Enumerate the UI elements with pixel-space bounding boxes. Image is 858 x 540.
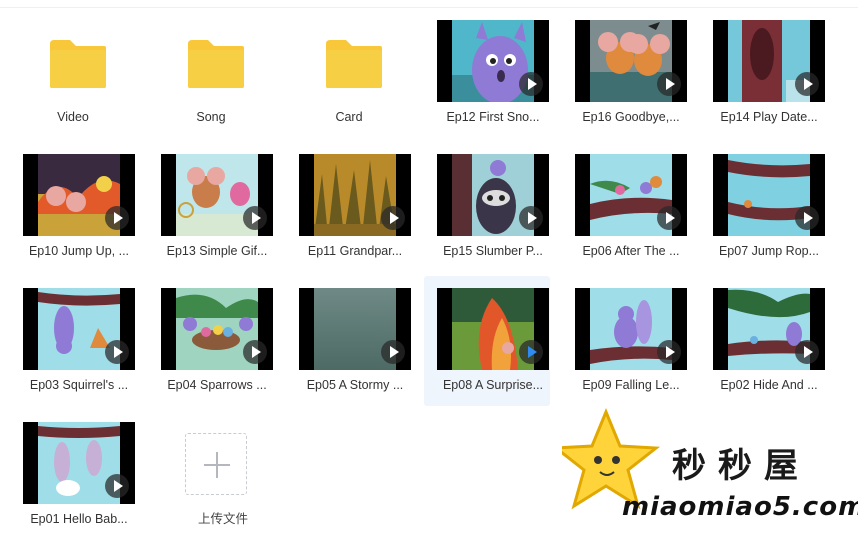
video-ep07[interactable]: Ep07 Jump Rop... xyxy=(700,142,826,272)
play-icon xyxy=(105,340,129,364)
video-ep04[interactable]: Ep04 Sparrows ... xyxy=(148,276,274,406)
video-thumbnail xyxy=(713,288,825,370)
video-ep16[interactable]: Ep16 Goodbye,... xyxy=(562,8,688,138)
play-icon xyxy=(243,340,267,364)
folder-song[interactable]: Song xyxy=(148,8,274,138)
folder-card[interactable]: Card xyxy=(286,8,412,138)
video-ep10[interactable]: Ep10 Jump Up, ... xyxy=(10,142,136,272)
play-icon xyxy=(657,72,681,96)
video-thumbnail xyxy=(23,154,135,236)
video-thumbnail xyxy=(161,154,273,236)
video-label: Ep08 A Surprise... xyxy=(442,378,544,392)
video-thumbnail xyxy=(713,154,825,236)
video-label: Ep05 A Stormy ... xyxy=(306,378,404,392)
video-thumbnail xyxy=(575,288,687,370)
play-icon xyxy=(105,474,129,498)
video-ep11[interactable]: Ep11 Grandpar... xyxy=(286,142,412,272)
video-label: Ep03 Squirrel's ... xyxy=(29,378,129,392)
play-icon xyxy=(105,206,129,230)
video-label: Ep12 First Sno... xyxy=(446,110,540,124)
play-icon xyxy=(795,340,819,364)
upload-label: 上传文件 xyxy=(197,512,248,526)
play-icon xyxy=(519,72,543,96)
play-icon xyxy=(381,206,405,230)
video-label: Ep16 Goodbye,... xyxy=(582,110,680,124)
video-ep14[interactable]: Ep14 Play Date... xyxy=(700,8,826,138)
folder-label: Song xyxy=(196,110,226,124)
video-label: Ep04 Sparrows ... xyxy=(167,378,267,392)
video-thumbnail xyxy=(299,288,411,370)
video-label: Ep15 Slumber P... xyxy=(443,244,543,258)
play-icon xyxy=(795,206,819,230)
play-icon xyxy=(381,340,405,364)
video-ep15[interactable]: Ep15 Slumber P... xyxy=(424,142,550,272)
play-icon xyxy=(243,206,267,230)
folder-icon xyxy=(326,40,382,88)
video-thumbnail xyxy=(575,20,687,102)
play-icon xyxy=(519,206,543,230)
video-thumbnail xyxy=(299,154,411,236)
video-thumbnail xyxy=(437,154,549,236)
video-label: Ep09 Falling Le... xyxy=(582,378,680,392)
video-thumbnail xyxy=(23,422,135,504)
video-label: Ep01 Hello Bab... xyxy=(30,512,128,526)
video-ep06[interactable]: Ep06 After The ... xyxy=(562,142,688,272)
video-ep05[interactable]: Ep05 A Stormy ... xyxy=(286,276,412,406)
add-icon xyxy=(185,433,247,495)
video-ep08[interactable]: Ep08 A Surprise... xyxy=(424,276,550,406)
video-label: Ep13 Simple Gif... xyxy=(166,244,268,258)
video-thumbnail xyxy=(575,154,687,236)
video-label: Ep11 Grandpar... xyxy=(307,244,403,258)
video-ep03[interactable]: Ep03 Squirrel's ... xyxy=(10,276,136,406)
watermark-url: miaomiao5.com xyxy=(622,492,858,522)
video-label: Ep14 Play Date... xyxy=(720,110,818,124)
folder-icon xyxy=(188,40,244,88)
folder-video[interactable]: Video xyxy=(10,8,136,138)
play-icon xyxy=(519,340,543,364)
folder-label: Video xyxy=(57,110,89,124)
folder-icon xyxy=(50,40,106,88)
folder-label: Card xyxy=(335,110,363,124)
video-thumbnail xyxy=(437,288,549,370)
video-thumbnail xyxy=(437,20,549,102)
video-label: Ep06 After The ... xyxy=(582,244,680,258)
video-ep02[interactable]: Ep02 Hide And ... xyxy=(700,276,826,406)
video-thumbnail xyxy=(713,20,825,102)
video-label: Ep07 Jump Rop... xyxy=(718,244,820,258)
video-thumbnail xyxy=(161,288,273,370)
video-label: Ep02 Hide And ... xyxy=(720,378,818,392)
play-icon xyxy=(657,206,681,230)
video-ep09[interactable]: Ep09 Falling Le... xyxy=(562,276,688,406)
video-thumbnail xyxy=(23,288,135,370)
play-icon xyxy=(657,340,681,364)
video-label: Ep10 Jump Up, ... xyxy=(28,244,130,258)
video-ep01[interactable]: Ep01 Hello Bab... xyxy=(10,410,136,540)
watermark-chinese: 秒秒屋 xyxy=(672,446,810,486)
video-ep12[interactable]: Ep12 First Sno... xyxy=(424,8,550,138)
play-icon xyxy=(795,72,819,96)
upload-file[interactable]: 上传文件 xyxy=(160,410,286,540)
video-ep13[interactable]: Ep13 Simple Gif... xyxy=(148,142,274,272)
